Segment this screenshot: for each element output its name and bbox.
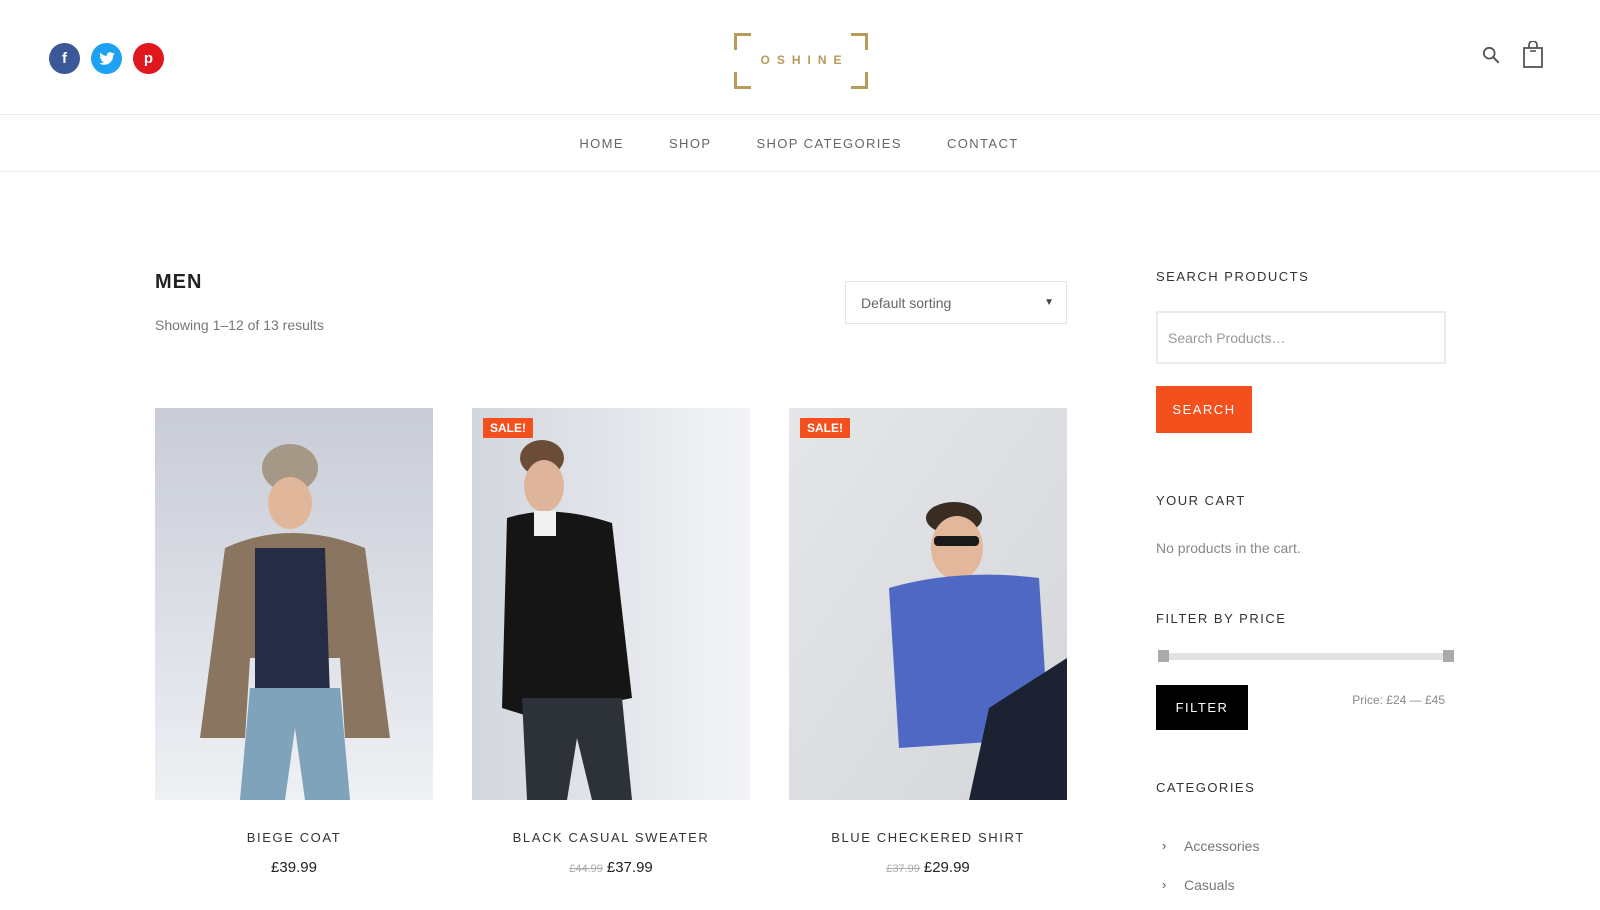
site-header: f p OSHINE bbox=[0, 0, 1600, 115]
product-price: £39.99 bbox=[155, 859, 433, 876]
logo-bracket bbox=[851, 72, 868, 89]
filter-button[interactable]: FILTER bbox=[1156, 685, 1248, 730]
category-label[interactable]: Casuals bbox=[1184, 877, 1235, 893]
product-image[interactable]: SALE! bbox=[472, 408, 750, 800]
your-cart-title: YOUR CART bbox=[1156, 493, 1246, 508]
cart-empty-message: No products in the cart. bbox=[1156, 540, 1301, 556]
logo-bracket bbox=[851, 33, 868, 50]
logo-bracket bbox=[734, 72, 751, 89]
page-title: MEN bbox=[155, 271, 203, 293]
nav-item-contact[interactable]: CONTACT bbox=[947, 136, 1019, 151]
product-name[interactable]: BIEGE COAT bbox=[155, 830, 433, 845]
category-label[interactable]: Accessories bbox=[1184, 838, 1259, 854]
search-products-input[interactable]: Search Products… bbox=[1156, 311, 1446, 364]
product-grid: BIEGE COAT £39.99 SALE! BLACK CASUAL SWE… bbox=[155, 408, 1067, 876]
price-slider-max-handle[interactable] bbox=[1443, 650, 1454, 662]
product-image[interactable]: SALE! bbox=[789, 408, 1067, 800]
category-item[interactable]: › Casuals bbox=[1162, 865, 1259, 904]
sale-badge: SALE! bbox=[800, 418, 850, 438]
sort-select[interactable]: Default sorting ▼ bbox=[845, 281, 1067, 324]
site-logo[interactable]: OSHINE bbox=[734, 33, 868, 89]
product-old-price: £37.99 bbox=[886, 863, 920, 875]
caret-down-icon: ▼ bbox=[1044, 297, 1054, 308]
product-price: £37.99 £29.99 bbox=[789, 859, 1067, 876]
sort-select-label: Default sorting bbox=[861, 294, 952, 311]
product-old-price: £44.99 bbox=[569, 863, 603, 875]
category-list: › Accessories › Casuals bbox=[1162, 826, 1259, 904]
chevron-right-icon: › bbox=[1162, 838, 1167, 853]
sale-badge: SALE! bbox=[483, 418, 533, 438]
category-item[interactable]: › Accessories bbox=[1162, 826, 1259, 865]
result-count: Showing 1–12 of 13 results bbox=[155, 317, 324, 333]
product-name[interactable]: BLACK CASUAL SWEATER bbox=[472, 830, 750, 845]
product-name[interactable]: BLUE CHECKERED SHIRT bbox=[789, 830, 1067, 845]
product-card[interactable]: BIEGE COAT £39.99 bbox=[155, 408, 433, 876]
categories-title: CATEGORIES bbox=[1156, 780, 1256, 795]
twitter-icon[interactable] bbox=[91, 43, 122, 74]
product-current-price: £37.99 bbox=[606, 859, 653, 876]
pinterest-icon[interactable]: p bbox=[133, 43, 164, 74]
search-button[interactable]: SEARCH bbox=[1156, 386, 1252, 433]
social-links: f p bbox=[49, 43, 164, 74]
search-products-title: SEARCH PRODUCTS bbox=[1156, 269, 1310, 284]
filter-by-price-title: FILTER BY PRICE bbox=[1156, 611, 1287, 626]
price-slider-min-handle[interactable] bbox=[1158, 650, 1169, 662]
price-slider[interactable] bbox=[1158, 650, 1454, 662]
nav-item-home[interactable]: HOME bbox=[579, 136, 624, 151]
product-card[interactable]: SALE! BLUE CHECKERED SHIRT £37.99 £29.99 bbox=[789, 408, 1067, 876]
search-input-placeholder: Search Products… bbox=[1168, 329, 1286, 346]
product-price: £44.99 £37.99 bbox=[472, 859, 750, 876]
product-current-price: £29.99 bbox=[923, 859, 970, 876]
nav-item-shop-categories[interactable]: SHOP CATEGORIES bbox=[756, 136, 902, 151]
product-image[interactable] bbox=[155, 408, 433, 800]
facebook-icon[interactable]: f bbox=[49, 43, 80, 74]
chevron-right-icon: › bbox=[1162, 877, 1167, 892]
logo-text: OSHINE bbox=[760, 53, 849, 67]
header-actions bbox=[1482, 41, 1544, 69]
price-range-label: Price: £24 — £45 bbox=[1352, 693, 1445, 707]
product-card[interactable]: SALE! BLACK CASUAL SWEATER £44.99 £37.99 bbox=[472, 408, 750, 876]
search-icon[interactable] bbox=[1482, 46, 1500, 64]
shopping-bag-icon[interactable] bbox=[1522, 41, 1544, 69]
logo-bracket bbox=[734, 33, 751, 50]
nav-item-shop[interactable]: SHOP bbox=[669, 136, 711, 151]
product-current-price: £39.99 bbox=[271, 859, 317, 876]
main-nav: HOME SHOP SHOP CATEGORIES CONTACT bbox=[0, 115, 1600, 172]
